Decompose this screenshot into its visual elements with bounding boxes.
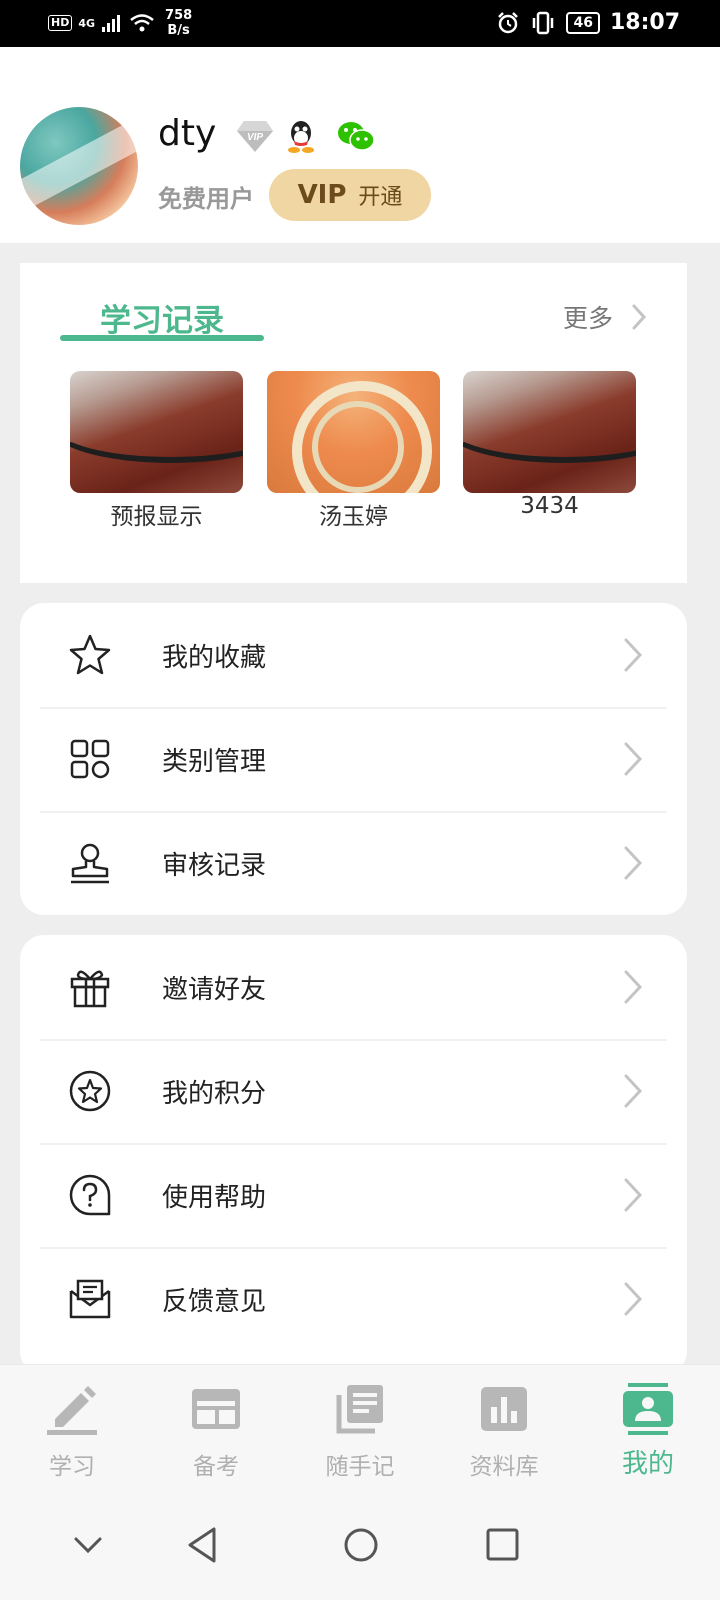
tab-label: 随手记 xyxy=(325,1454,395,1480)
stamp-icon xyxy=(71,843,109,884)
category-grid-icon xyxy=(70,739,110,779)
gift-icon xyxy=(70,970,110,1008)
tab-notes[interactable]: 随手记 xyxy=(288,1365,432,1491)
clock: 18:07 xyxy=(609,10,680,35)
chevron-right-icon xyxy=(624,1178,643,1212)
notes-icon xyxy=(336,1385,383,1434)
tab-exam-prep[interactable]: 备考 xyxy=(144,1365,288,1491)
home-circle-icon[interactable] xyxy=(336,1520,386,1570)
status-bar: HD 4G 758 B/s 46 18:07 xyxy=(0,0,720,47)
points-star-icon xyxy=(69,1070,111,1112)
qq-icon[interactable] xyxy=(286,119,316,153)
menu-item-favorites[interactable]: 我的收藏 xyxy=(20,603,687,707)
study-record-underline xyxy=(60,335,264,341)
tab-library[interactable]: 资料库 xyxy=(432,1365,576,1491)
vip-label: VIP xyxy=(297,180,347,210)
system-nav-bar xyxy=(0,1490,720,1600)
tab-study[interactable]: 学习 xyxy=(0,1365,144,1491)
hd-indicator: HD xyxy=(48,15,73,31)
tab-label: 备考 xyxy=(193,1454,239,1480)
menu-label: 使用帮助 xyxy=(162,1182,267,1213)
username: dty xyxy=(158,113,217,154)
network-type: 4G xyxy=(78,16,96,30)
menu-card-primary: 我的收藏 类别管理 审核记录 xyxy=(20,603,687,915)
menu-label: 类别管理 xyxy=(162,746,267,777)
menu-label: 我的积分 xyxy=(162,1078,267,1109)
speed-value: 758 xyxy=(165,8,193,23)
menu-item-review-records[interactable]: 审核记录 xyxy=(20,811,687,915)
tab-mine[interactable]: 我的 xyxy=(576,1365,720,1491)
recents-square-icon[interactable] xyxy=(478,1520,528,1570)
chevron-right-icon xyxy=(632,304,647,330)
menu-item-my-points[interactable]: 我的积分 xyxy=(20,1039,687,1143)
wechat-icon[interactable] xyxy=(336,120,376,152)
menu-item-category-management[interactable]: 类别管理 xyxy=(20,707,687,811)
alarm-icon xyxy=(498,11,519,33)
speed-unit: B/s xyxy=(167,23,190,38)
tab-label: 我的 xyxy=(621,1449,674,1479)
study-record-title[interactable]: 学习记录 xyxy=(100,295,224,340)
back-triangle-icon[interactable] xyxy=(180,1520,230,1570)
vip-open-button[interactable]: VIP 开通 xyxy=(269,169,431,221)
chevron-right-icon xyxy=(624,742,643,776)
chevron-right-icon xyxy=(624,1282,643,1316)
bottom-tab-bar: 学习 备考 随手记 资料库 我的 xyxy=(0,1364,720,1490)
chevron-right-icon xyxy=(624,970,643,1004)
vip-action-label: 开通 xyxy=(358,185,403,210)
record-thumbnail-1[interactable] xyxy=(70,371,243,493)
more-link[interactable]: 更多 xyxy=(563,299,647,335)
tab-label: 资料库 xyxy=(469,1454,539,1480)
wifi-icon xyxy=(130,14,154,32)
record-thumbnail-2[interactable] xyxy=(267,371,440,493)
profile-header: dty VIP 免费用户 VIP 开通 xyxy=(0,47,720,243)
menu-label: 审核记录 xyxy=(162,850,267,881)
menu-item-invite-friends[interactable]: 邀请好友 xyxy=(20,935,687,1039)
user-type-label: 免费用户 xyxy=(158,185,254,213)
network-speed: 758 B/s xyxy=(165,8,192,38)
menu-card-secondary: 邀请好友 我的积分 使用帮助 反馈意见 xyxy=(20,935,687,1375)
chevron-down-icon[interactable] xyxy=(63,1520,113,1570)
record-label-3: 3434 xyxy=(520,493,579,519)
exam-card-icon xyxy=(192,1389,240,1429)
more-label: 更多 xyxy=(562,304,613,333)
chevron-right-icon xyxy=(624,638,643,672)
library-chart-icon xyxy=(481,1387,527,1431)
menu-label: 我的收藏 xyxy=(162,642,267,673)
menu-item-feedback[interactable]: 反馈意见 xyxy=(20,1247,687,1351)
avatar[interactable] xyxy=(20,107,138,225)
study-record-card: 学习记录 更多 预报显示 汤玉婷 3434 xyxy=(20,263,687,583)
vibrate-icon xyxy=(533,11,554,34)
chevron-right-icon xyxy=(624,1074,643,1108)
help-icon xyxy=(69,1174,111,1216)
battery-indicator: 46 xyxy=(566,11,600,34)
record-thumbnail-3[interactable] xyxy=(463,371,636,493)
tab-label: 学习 xyxy=(49,1454,95,1480)
record-label-1: 预报显示 xyxy=(110,504,203,530)
star-icon xyxy=(69,634,111,675)
account-badges: VIP xyxy=(236,119,376,153)
pencil-icon xyxy=(47,1386,97,1435)
menu-label: 反馈意见 xyxy=(162,1286,267,1317)
svg-text:VIP: VIP xyxy=(247,132,263,143)
record-label-2: 汤玉婷 xyxy=(319,504,388,530)
profile-icon xyxy=(623,1383,673,1435)
feedback-mail-icon xyxy=(69,1279,111,1319)
vip-diamond-icon[interactable]: VIP xyxy=(236,119,274,153)
signal-icon xyxy=(102,15,121,32)
menu-label: 邀请好友 xyxy=(162,974,267,1005)
chevron-right-icon xyxy=(624,846,643,880)
menu-item-help[interactable]: 使用帮助 xyxy=(20,1143,687,1247)
